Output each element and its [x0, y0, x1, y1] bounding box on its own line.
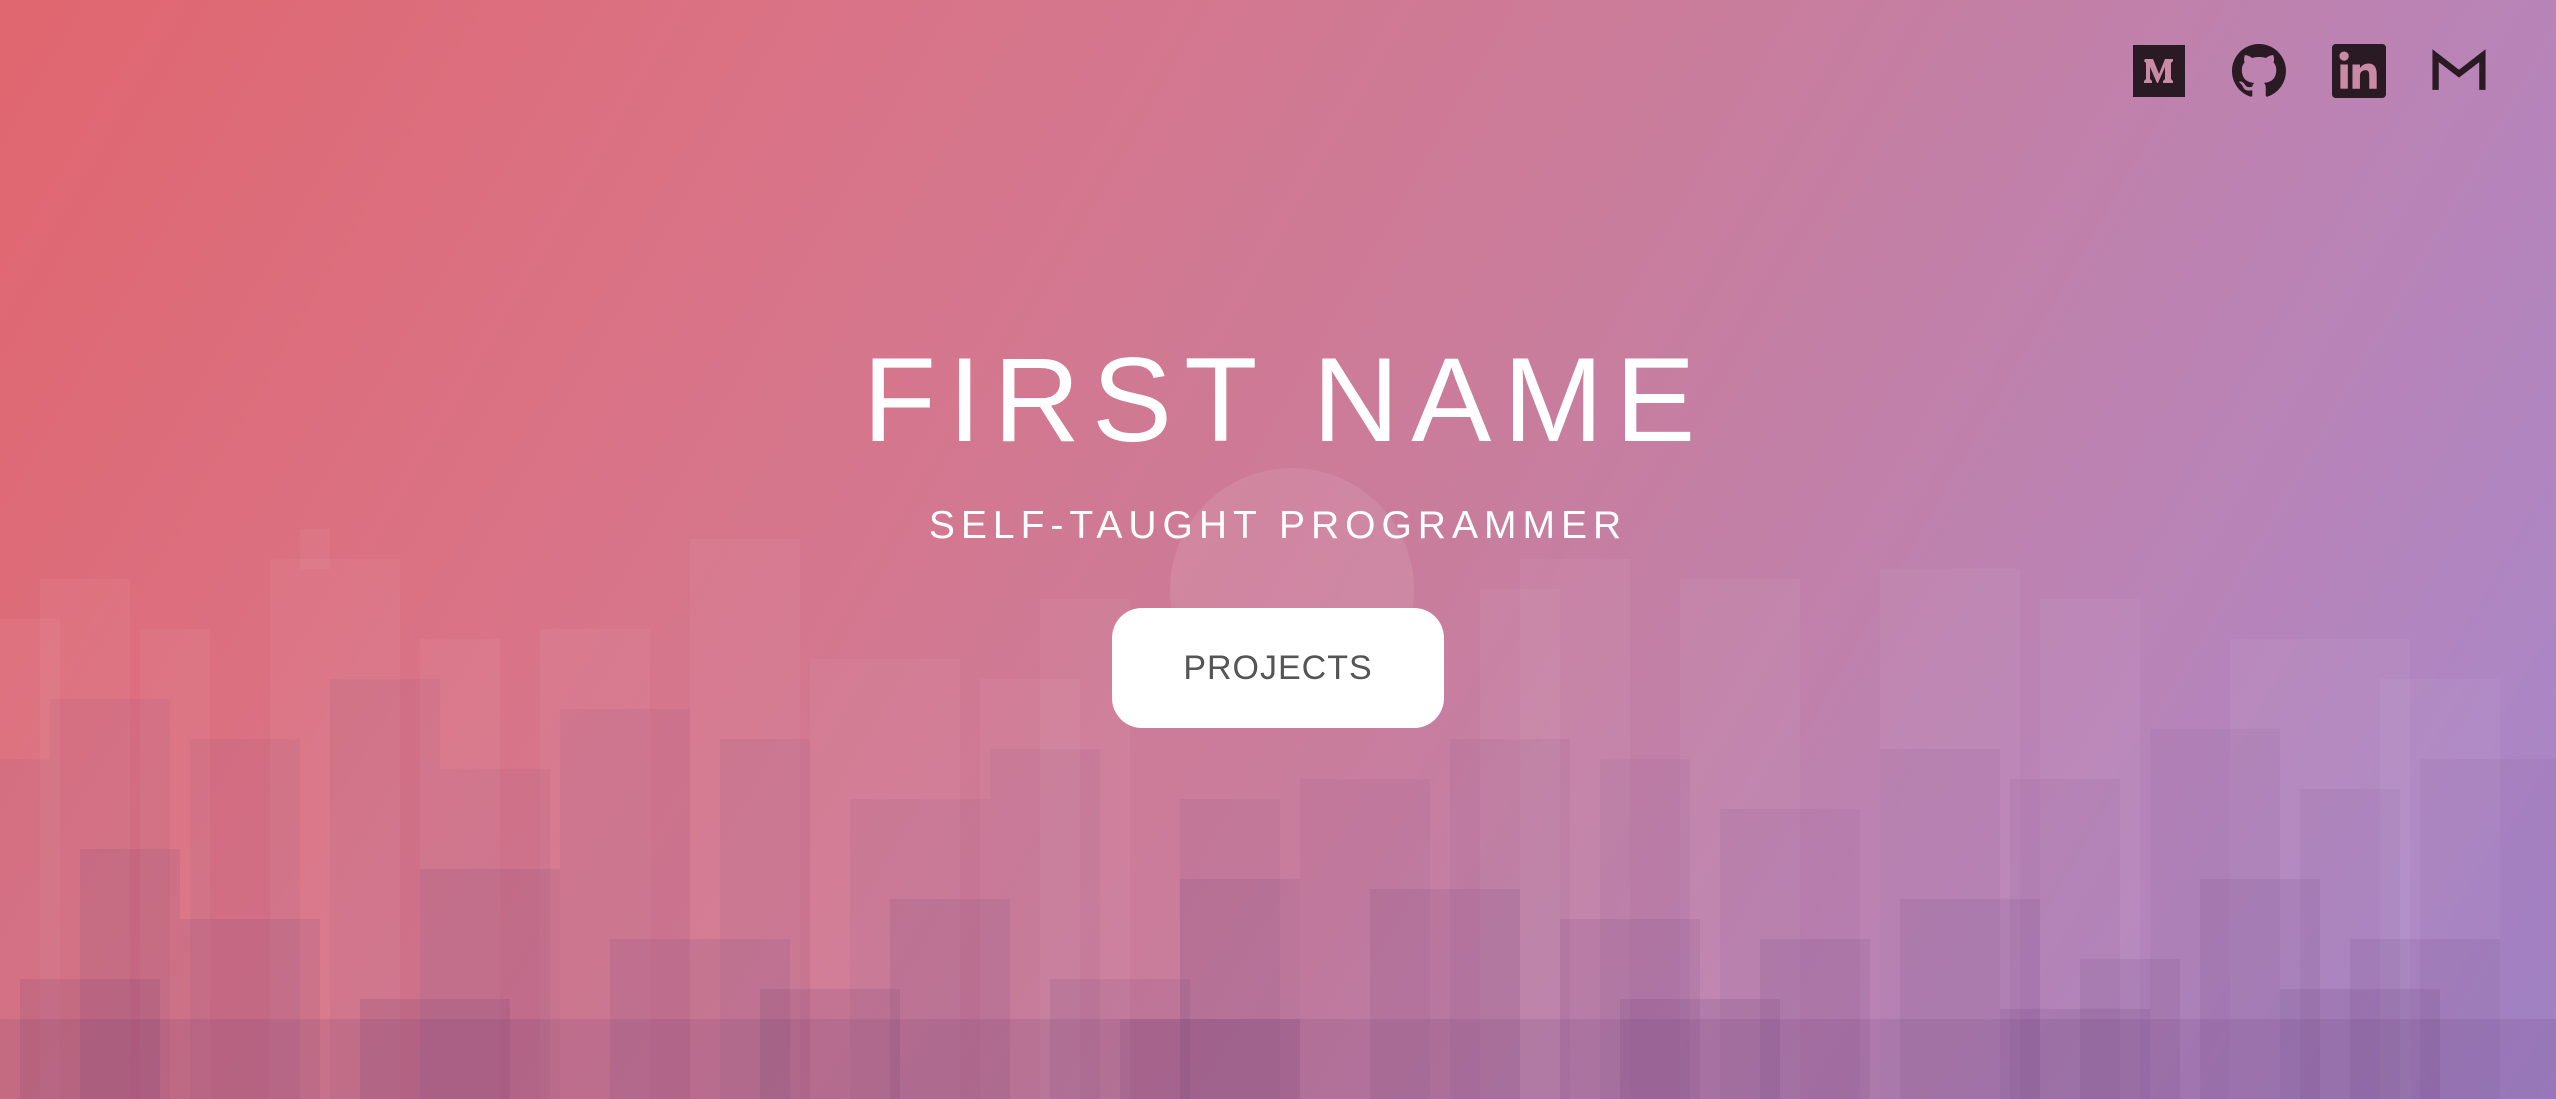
gmail-icon — [2432, 49, 2486, 90]
hero-content: FIRST NAME SELF-TAUGHT PROGRAMMER PROJEC… — [0, 340, 2556, 728]
projects-button[interactable]: PROJECTS — [1112, 608, 1444, 728]
medium-icon — [2133, 45, 2185, 97]
hero-section: FIRST NAME SELF-TAUGHT PROGRAMMER PROJEC… — [0, 0, 2556, 1099]
linkedin-link[interactable] — [2332, 42, 2386, 100]
gmail-link[interactable] — [2432, 42, 2486, 100]
github-link[interactable] — [2232, 42, 2286, 100]
medium-link[interactable] — [2132, 42, 2186, 100]
social-links — [2132, 42, 2486, 100]
hero-tagline: SELF-TAUGHT PROGRAMMER — [928, 504, 1628, 547]
github-icon — [2232, 44, 2286, 97]
hero-name: FIRST NAME — [862, 333, 1708, 467]
linkedin-icon — [2332, 44, 2386, 98]
